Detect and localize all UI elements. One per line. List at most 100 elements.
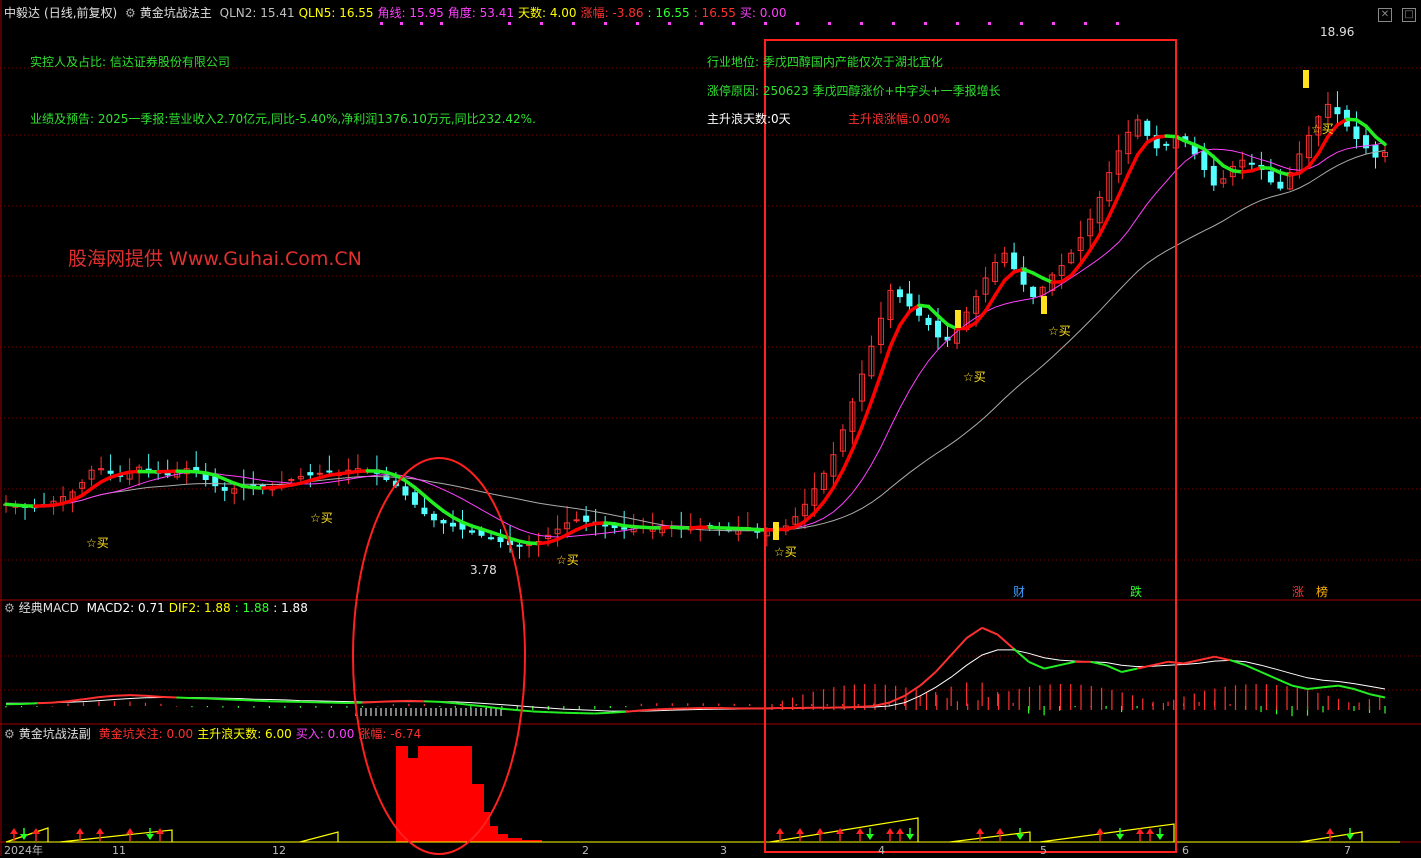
signal-dot-1 <box>400 22 403 25</box>
stock-title[interactable]: 中毅达 <box>4 6 40 20</box>
macd-dif-seg-7 <box>99 696 114 697</box>
macd-dif-seg-89 <box>1370 694 1385 697</box>
tag-fall[interactable]: 跌 <box>1128 585 1144 599</box>
main-readout-8: 买: 0.00 <box>740 6 787 20</box>
tag-finance[interactable]: 财 <box>1011 585 1027 599</box>
sub-readout-0: 黄金坑关注: 0.00 <box>99 727 194 741</box>
pit-bar-1 <box>408 758 418 842</box>
macd-dif-seg-17 <box>254 701 269 702</box>
macd-dif-seg-87 <box>1339 686 1354 689</box>
candle-52 <box>498 529 503 547</box>
highlight-candle-3 <box>1303 70 1309 88</box>
signal-dot-21 <box>1052 22 1055 25</box>
ma5-seg-113 <box>1071 264 1081 276</box>
signal-arrow-19 <box>1016 834 1024 840</box>
signal-dot-4 <box>508 22 511 25</box>
macd-title[interactable]: 经典MACD <box>19 601 79 615</box>
macd-dif-seg-8 <box>114 695 129 696</box>
macd-dif-seg-2 <box>21 703 36 704</box>
candle-15 <box>146 454 151 478</box>
signal-dot-15 <box>860 22 863 25</box>
candle-43 <box>412 489 417 508</box>
candle-55 <box>527 535 532 557</box>
macd-readout-1: DIF2: 1.88 <box>169 601 231 615</box>
macd-dif-seg-66 <box>1013 648 1028 662</box>
ma5-seg-98 <box>929 307 939 316</box>
ma5-seg-120 <box>1138 142 1148 154</box>
signal-dot-2 <box>420 22 423 25</box>
signal-arrow-26 <box>1346 834 1354 840</box>
main-readout-1: QLN5: 16.55 <box>299 6 374 20</box>
main-indicator-name[interactable]: 黄金坑战法主 <box>140 6 212 20</box>
sub-readouts: 黄金坑关注: 0.00主升浪天数: 6.00买入: 0.00涨幅: -6.74 <box>99 727 426 741</box>
macd-dif-seg-73 <box>1122 669 1137 672</box>
pit-bar-3 <box>428 746 442 842</box>
macd-dif-seg-65 <box>998 635 1013 649</box>
macd-dif-seg-33 <box>502 709 517 710</box>
signal-arrow-5 <box>126 828 134 834</box>
close-icon[interactable]: ✕ <box>1378 8 1392 22</box>
candle-97 <box>926 315 931 331</box>
sub-settings-icon[interactable]: ⚙ <box>4 727 15 741</box>
macd-dif-seg-63 <box>967 628 982 638</box>
macd-dif-seg-11 <box>161 697 176 698</box>
main-readout-2: 角线: 15.95 <box>378 6 444 20</box>
candle-103 <box>983 267 988 302</box>
signal-arrow-4 <box>96 828 104 834</box>
sub-title[interactable]: 黄金坑战法副 <box>19 727 91 741</box>
macd-readout-2: : 1.88 <box>235 601 270 615</box>
candle-47 <box>450 510 455 531</box>
macd-dif-seg-84 <box>1292 686 1307 689</box>
macd-dif-seg-82 <box>1261 672 1276 679</box>
wave-pct-info: 主升浪涨幅:0.00% <box>848 112 950 126</box>
settings-icon[interactable]: ⚙ <box>125 6 136 20</box>
ma5-seg-9 <box>82 488 92 495</box>
signal-arrow-21 <box>1116 834 1124 840</box>
macd-dif-seg-56 <box>858 706 873 707</box>
signal-arrow-18 <box>996 828 1004 834</box>
tag-rise[interactable]: 涨 <box>1290 585 1306 599</box>
maximize-icon[interactable]: □ <box>1402 8 1416 22</box>
candle-17 <box>165 460 170 478</box>
signal-arrow-8 <box>776 828 784 834</box>
macd-dif-seg-75 <box>1153 662 1168 665</box>
candle-92 <box>878 302 883 354</box>
macd-dif-seg-9 <box>130 695 145 696</box>
ma5-seg-46 <box>434 504 444 511</box>
macd-dif-seg-88 <box>1354 689 1369 694</box>
main-readout-5: 涨幅: -3.86 <box>581 6 644 20</box>
pit-bar-0 <box>396 746 408 842</box>
main-readouts: QLN2: 15.41QLN5: 16.55角线: 15.95角度: 53.41… <box>220 6 791 20</box>
tag-rank[interactable]: 榜 <box>1314 585 1330 599</box>
signal-arrow-13 <box>866 834 874 840</box>
candle-112 <box>1069 249 1074 264</box>
candle-1 <box>13 501 18 515</box>
macd-dif-seg-42 <box>641 709 656 710</box>
candle-46 <box>441 519 446 534</box>
candle-120 <box>1145 119 1150 140</box>
signal-dot-9 <box>668 22 671 25</box>
pit-bar-5 <box>456 746 472 842</box>
signal-dot-22 <box>1084 22 1087 25</box>
candle-116 <box>1107 161 1112 207</box>
signal-dot-14 <box>828 22 831 25</box>
candle-72 <box>688 513 693 534</box>
macd-dif-seg-3 <box>37 703 52 704</box>
candle-121 <box>1154 126 1159 156</box>
macd-dif-seg-67 <box>1029 662 1044 669</box>
candle-118 <box>1126 120 1131 164</box>
macd-dif-seg-62 <box>951 638 966 655</box>
ma5-seg-118 <box>1119 174 1129 195</box>
main-readout-4: 天数: 4.00 <box>518 6 577 20</box>
wave-2 <box>60 830 172 842</box>
pit-bar-10 <box>508 838 522 842</box>
macd-dif-seg-16 <box>238 700 253 701</box>
signal-arrow-10 <box>816 828 824 834</box>
pit-bar-4 <box>442 746 456 842</box>
highlight-candle-1 <box>955 310 961 328</box>
signal-arrow-3 <box>76 828 84 834</box>
macd-dif-seg-61 <box>936 655 951 672</box>
macd-dif-seg-78 <box>1199 657 1214 660</box>
ma5-seg-128 <box>1214 157 1224 166</box>
macd-settings-icon[interactable]: ⚙ <box>4 601 15 615</box>
